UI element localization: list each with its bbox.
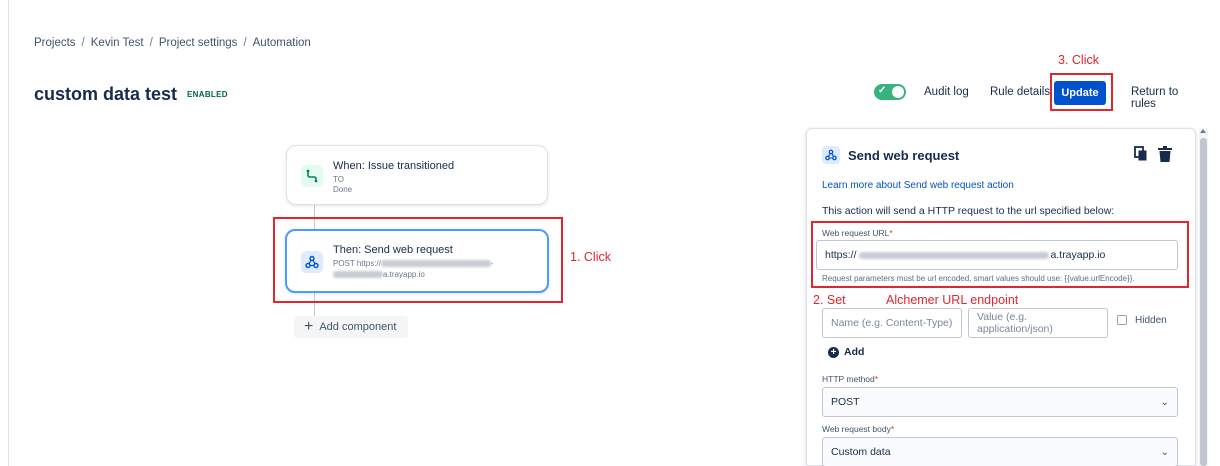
required-mark: * [874,374,879,384]
rule-details-link[interactable]: Rule details [990,86,1050,98]
annotation-box-url [811,221,1189,288]
plus-icon: + [304,318,314,335]
left-divider [8,0,9,466]
http-method-label-text: HTTP method [822,374,875,384]
rule-toolbar: ✓ Audit log Rule details Update Return t… [874,80,1204,110]
annotation-step-1: 1. Click [570,250,611,264]
title-row: custom data test ENABLED [34,84,228,105]
scrollbar-thumb[interactable] [1200,138,1207,466]
toggle-knob [892,86,904,98]
annotation-step-3: 3. Click [1058,53,1099,67]
request-body-value: Custom data [831,446,891,458]
add-component-label: Add component [319,321,397,333]
annotation-box-update [1050,73,1113,111]
request-body-label: Web request body* [822,424,894,434]
hidden-checkbox-label: Hidden [1135,315,1167,326]
copy-icon[interactable] [1134,146,1148,167]
panel-scrollbar[interactable] [1199,128,1208,466]
http-method-select[interactable]: POST ⌄ [822,387,1178,417]
http-method-value: POST [831,396,860,408]
add-header-button[interactable]: + Add [828,346,864,358]
breadcrumb-separator: / [81,37,85,49]
return-to-rules-link[interactable]: Return to rules [1131,86,1204,110]
breadcrumb-projects[interactable]: Projects [34,37,76,49]
trigger-branch-icon [301,165,323,187]
trigger-node[interactable]: When: Issue transitioned TO Done [286,145,548,205]
required-mark: * [890,424,895,434]
rule-enabled-toggle[interactable]: ✓ [874,84,906,100]
annotation-box-action [273,217,563,303]
request-body-label-text: Web request body [822,424,891,434]
breadcrumb: Projects / Kevin Test / Project settings… [34,37,311,49]
annotation-step-2: 2. Set [813,293,846,307]
breadcrumb-project-settings[interactable]: Project settings [159,37,238,49]
breadcrumb-automation[interactable]: Automation [253,37,311,49]
header-value-placeholder: Value (e.g. application/json) [977,311,1053,335]
add-component-button[interactable]: + Add component [294,316,408,338]
check-icon: ✓ [878,85,887,96]
chevron-down-icon: ⌄ [1160,396,1169,408]
status-badge: ENABLED [187,90,228,99]
trigger-value: Done [333,185,353,194]
webhook-icon [822,146,840,164]
chevron-down-icon: ⌄ [1160,446,1169,458]
header-name-placeholder: Name (e.g. Content-Type) [831,317,953,329]
scroll-up-icon[interactable] [1200,129,1206,133]
header-name-input[interactable]: Name (e.g. Content-Type) [822,308,962,338]
header-value-input[interactable]: Value (e.g. application/json) [968,308,1108,338]
add-header-label: Add [844,346,865,358]
trash-icon[interactable] [1158,146,1172,167]
panel-description: This action will send a HTTP request to … [822,205,1115,217]
audit-log-link[interactable]: Audit log [924,86,969,98]
trigger-field: TO [333,175,344,184]
panel-title: Send web request [848,148,960,163]
trigger-title: When: Issue transitioned [333,160,455,172]
http-method-label: HTTP method* [822,374,878,384]
annotation-step-2-detail: Alchemer URL endpoint [886,293,1019,307]
breadcrumb-separator: / [243,37,247,49]
page-title: custom data test [34,84,178,104]
hidden-checkbox[interactable] [1117,315,1127,325]
breadcrumb-kevin-test[interactable]: Kevin Test [91,37,144,49]
request-body-select[interactable]: Custom data ⌄ [822,437,1178,466]
panel-tools [1134,146,1172,167]
learn-more-link[interactable]: Learn more about Send web request action [822,180,1014,191]
plus-icon: + [828,346,839,358]
breadcrumb-separator: / [149,37,153,49]
